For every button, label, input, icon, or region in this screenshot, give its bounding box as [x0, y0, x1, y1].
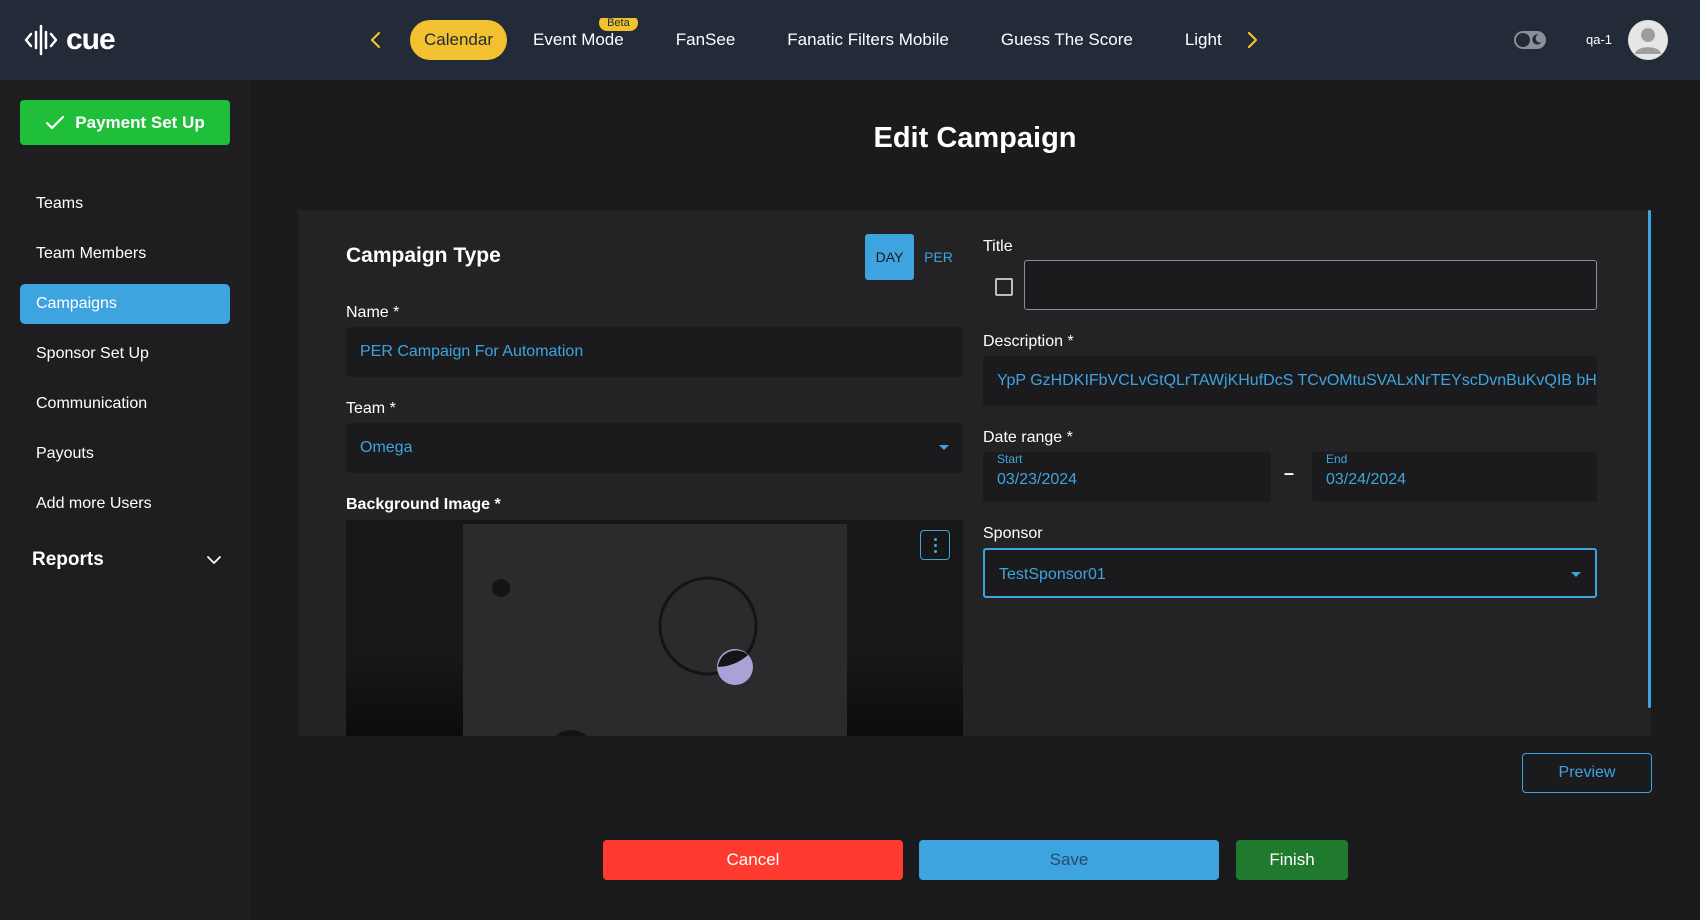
- tab-light[interactable]: Light: [1159, 20, 1232, 60]
- sidebar-reports[interactable]: Reports: [32, 538, 222, 582]
- campaign-type-toggle: DAY PER: [865, 234, 963, 280]
- payment-setup-label: Payment Set Up: [75, 112, 205, 132]
- dropdown-arrow-icon: [939, 445, 949, 450]
- form-scrollbar[interactable]: [1648, 210, 1651, 708]
- tab-calendar[interactable]: Calendar: [410, 20, 507, 60]
- sidebar-item-campaigns[interactable]: Campaigns: [20, 284, 230, 324]
- start-date-value: 03/23/2024: [997, 471, 1078, 488]
- end-date-value: 03/24/2024: [1326, 471, 1407, 488]
- tab-fanatic-filters-mobile[interactable]: Fanatic Filters Mobile: [761, 20, 975, 60]
- preview-button[interactable]: Preview: [1522, 753, 1652, 793]
- chevron-right-icon[interactable]: [1236, 24, 1268, 56]
- team-select[interactable]: Omega: [346, 423, 963, 473]
- cue-logo-icon: [24, 24, 58, 56]
- cue-logo[interactable]: cue: [24, 20, 116, 60]
- page-title: Edit Campaign: [873, 122, 1077, 154]
- sponsor-label: Sponsor: [983, 525, 1043, 542]
- sidebar-item-team-members[interactable]: Team Members: [20, 234, 230, 274]
- end-date-label: End: [1326, 452, 1348, 466]
- start-date-field[interactable]: Start 03/23/2024: [983, 452, 1271, 502]
- type-per-button[interactable]: PER: [914, 234, 963, 280]
- username[interactable]: qa-1: [1586, 32, 1612, 47]
- sidebar-item-sponsor-set-up[interactable]: Sponsor Set Up: [20, 334, 230, 374]
- sidebar-item-teams[interactable]: Teams: [20, 184, 230, 224]
- title-checkbox[interactable]: [995, 278, 1013, 296]
- name-field[interactable]: PER Campaign For Automation: [346, 327, 963, 377]
- cancel-button[interactable]: Cancel: [603, 840, 903, 880]
- end-date-field[interactable]: End 03/24/2024: [1312, 452, 1597, 502]
- chevron-down-icon: [207, 556, 221, 564]
- sidebar-item-add-more-users[interactable]: Add more Users: [20, 484, 230, 524]
- sponsor-select-value: TestSponsor01: [999, 566, 1106, 583]
- reports-label: Reports: [32, 549, 104, 570]
- logo-text: cue: [66, 23, 116, 56]
- dropdown-arrow-icon: [1571, 572, 1581, 577]
- moon-icon: [1532, 34, 1542, 45]
- team-label: Team *: [346, 400, 396, 417]
- top-tabs: Calendar Event Mode Beta FanSee Fanatic …: [410, 18, 1232, 62]
- image-placeholder: [463, 524, 847, 736]
- background-image-label: Background Image *: [346, 496, 501, 513]
- payment-setup-button[interactable]: Payment Set Up: [20, 100, 230, 145]
- date-range-label: Date range *: [983, 429, 1073, 446]
- sponsor-select[interactable]: TestSponsor01: [983, 548, 1597, 598]
- tab-fansee[interactable]: FanSee: [650, 20, 762, 60]
- description-label: Description *: [983, 333, 1074, 350]
- type-day-button[interactable]: DAY: [865, 234, 914, 280]
- start-date-label: Start: [997, 452, 1023, 466]
- save-button[interactable]: Save: [919, 840, 1219, 880]
- team-select-value: Omega: [360, 439, 413, 456]
- user-avatar-icon[interactable]: [1628, 20, 1668, 60]
- sidebar: Payment Set Up Teams Team Members Campai…: [0, 80, 250, 920]
- theme-toggle[interactable]: [1514, 31, 1546, 49]
- tab-event-mode[interactable]: Event Mode Beta: [507, 18, 650, 60]
- chevron-left-icon[interactable]: [360, 24, 392, 56]
- placeholder-graphic: [492, 576, 758, 736]
- campaign-form-card: Campaign Type DAY PER Name * PER Campaig…: [298, 210, 1651, 736]
- sidebar-item-payouts[interactable]: Payouts: [20, 434, 230, 474]
- image-options-icon[interactable]: [920, 530, 950, 560]
- description-input[interactable]: YpP GzHDKIFbVCLvGtQLrTAWjKHufDcS TCvOMtu…: [983, 356, 1597, 406]
- top-bar: cue Calendar Event Mode Beta FanSee Fana…: [0, 0, 1700, 80]
- sidebar-item-communication[interactable]: Communication: [20, 384, 230, 424]
- tab-guess-the-score[interactable]: Guess The Score: [975, 20, 1159, 60]
- tab-event-mode-label: Event Mode: [533, 30, 624, 49]
- checkmark-icon: [46, 115, 65, 129]
- title-input[interactable]: [1024, 260, 1597, 310]
- campaign-type-heading: Campaign Type: [346, 244, 501, 267]
- date-separator: –: [1284, 463, 1295, 483]
- title-label: Title: [983, 238, 1013, 255]
- finish-button[interactable]: Finish: [1236, 840, 1348, 880]
- background-image-preview[interactable]: [346, 520, 963, 736]
- beta-badge: Beta: [599, 18, 638, 31]
- name-label: Name *: [346, 304, 400, 321]
- toggle-knob: [1516, 33, 1530, 47]
